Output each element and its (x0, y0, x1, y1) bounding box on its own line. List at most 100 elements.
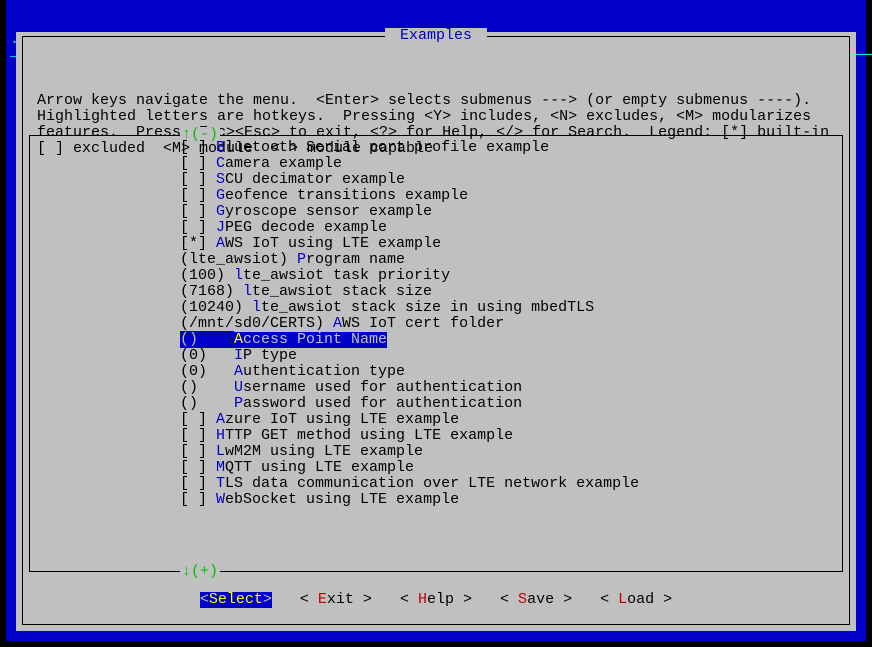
item-hotkey: I (234, 348, 243, 364)
menu-item[interactable]: (100) lte_awsiot task priority (30, 268, 842, 284)
item-hotkey: l (234, 268, 243, 284)
menu-item[interactable]: (0) IP type (30, 348, 842, 364)
item-prefix: [ ] (180, 412, 216, 428)
item-prefix: (100) (180, 268, 234, 284)
menu-item[interactable]: () Username used for authentication (30, 380, 842, 396)
menu-item[interactable]: [*] AWS IoT using LTE example (30, 236, 842, 252)
item-hotkey: A (333, 316, 342, 332)
item-prefix: (0) (180, 348, 234, 364)
menu-item[interactable]: [ ] WebSocket using LTE example (30, 492, 842, 508)
item-prefix: [*] (180, 236, 216, 252)
item-prefix: [ ] (180, 444, 216, 460)
menu-listbox[interactable]: ↑(-) ↓(+) [ ] Bluetooth Serial port prof… (29, 135, 843, 572)
menu-item[interactable]: [ ] Bluetooth Serial port profile exampl… (30, 140, 842, 156)
item-hotkey: l (243, 284, 252, 300)
item-label: WS IoT using LTE example (225, 236, 441, 252)
item-hotkey: l (252, 300, 261, 316)
item-hotkey: G (216, 204, 225, 220)
load-button[interactable]: < Load > (600, 592, 672, 608)
item-prefix: [ ] (180, 476, 216, 492)
item-prefix: [ ] (180, 492, 216, 508)
panel-title: Examples (385, 28, 487, 44)
menu-item[interactable]: (/mnt/sd0/CERTS) AWS IoT cert folder (30, 316, 842, 332)
item-hotkey: P (297, 252, 306, 268)
menu-items: [ ] Bluetooth Serial port profile exampl… (30, 140, 842, 567)
menu-item[interactable]: [ ] SCU decimator example (30, 172, 842, 188)
item-hotkey: H (216, 428, 225, 444)
panel-border: Examples Arrow keys navigate the menu. <… (22, 36, 850, 625)
item-hotkey: M (216, 460, 225, 476)
item-hotkey: W (216, 492, 225, 508)
item-hotkey: P (234, 396, 243, 412)
config-panel: Examples Arrow keys navigate the menu. <… (16, 32, 856, 631)
item-hotkey: J (216, 220, 225, 236)
menu-item[interactable]: () Access Point Name (30, 332, 842, 348)
menu-item[interactable]: [ ] Gyroscope sensor example (30, 204, 842, 220)
item-label: WS IoT cert folder (342, 316, 504, 332)
select-button[interactable]: <Select> (200, 592, 272, 608)
item-hotkey: C (216, 156, 225, 172)
menu-item[interactable]: (lte_awsiot) Program name (30, 252, 842, 268)
item-hotkey: S (216, 172, 225, 188)
item-prefix: [ ] (180, 204, 216, 220)
item-label: wM2M using LTE example (225, 444, 423, 460)
item-prefix: (7168) (180, 284, 243, 300)
item-label: luetooth Serial port profile example (225, 140, 549, 156)
item-label: PEG decode example (225, 220, 387, 236)
item-prefix: [ ] (180, 460, 216, 476)
item-label: TTP GET method using LTE example (225, 428, 513, 444)
menu-item[interactable]: [ ] Camera example (30, 156, 842, 172)
exit-button[interactable]: < Exit > (300, 592, 372, 608)
item-prefix: (/mnt/sd0/CERTS) (180, 316, 333, 332)
item-hotkey: G (216, 188, 225, 204)
item-prefix: (0) (180, 364, 234, 380)
save-button[interactable]: < Save > (500, 592, 572, 608)
menu-item[interactable]: [ ] HTTP GET method using LTE example (30, 428, 842, 444)
menu-item[interactable]: [ ] LwM2M using LTE example (30, 444, 842, 460)
menu-item[interactable]: [ ] MQTT using LTE example (30, 460, 842, 476)
item-label: CU decimator example (225, 172, 405, 188)
item-prefix: [ ] (180, 428, 216, 444)
menu-item[interactable]: [ ] Geofence transitions example (30, 188, 842, 204)
item-label: zure IoT using LTE example (225, 412, 459, 428)
item-label: uthentication type (243, 364, 405, 380)
item-hotkey: B (216, 140, 225, 156)
menu-item[interactable]: [ ] TLS data communication over LTE netw… (30, 476, 842, 492)
menu-item[interactable]: (0) Authentication type (30, 364, 842, 380)
item-hotkey: T (216, 476, 225, 492)
item-prefix: [ ] (180, 220, 216, 236)
menu-item[interactable]: () Password used for authentication (30, 396, 842, 412)
item-label: sername used for authentication (243, 380, 522, 396)
item-prefix: () (180, 396, 234, 412)
item-prefix: (lte_awsiot) (180, 252, 297, 268)
item-label: amera example (225, 156, 342, 172)
item-label: ebSocket using LTE example (225, 492, 459, 508)
item-prefix: [ ] (180, 140, 216, 156)
item-label: te_awsiot task priority (243, 268, 450, 284)
menu-item[interactable]: [ ] JPEG decode example (30, 220, 842, 236)
item-prefix: [ ] (180, 188, 216, 204)
item-prefix: [ ] (180, 172, 216, 188)
menu-item[interactable]: (7168) lte_awsiot stack size (30, 284, 842, 300)
menu-item[interactable]: (10240) lte_awsiot stack size in using m… (30, 300, 842, 316)
help-button[interactable]: < Help > (400, 592, 472, 608)
item-label: te_awsiot stack size in using mbedTLS (261, 300, 594, 316)
item-prefix: () (180, 380, 234, 396)
item-label: LS data communication over LTE network e… (225, 476, 639, 492)
item-label: rogram name (306, 252, 405, 268)
item-label: yroscope sensor example (225, 204, 432, 220)
item-label: eofence transitions example (225, 188, 468, 204)
item-hotkey: A (234, 364, 243, 380)
item-hotkey: A (216, 236, 225, 252)
menu-item[interactable]: [ ] Azure IoT using LTE example (30, 412, 842, 428)
item-hotkey: L (216, 444, 225, 460)
terminal-screen: .config - Nuttx/ Configuration → Applica… (6, 0, 866, 641)
button-bar: <Select> < Exit > < Help > < Save > < Load > (23, 592, 849, 608)
item-label: assword used for authentication (243, 396, 522, 412)
item-prefix: (10240) (180, 300, 252, 316)
item-hotkey: A (216, 412, 225, 428)
item-label: QTT using LTE example (225, 460, 414, 476)
item-label: te_awsiot stack size (252, 284, 432, 300)
item-prefix: [ ] (180, 156, 216, 172)
item-label: P type (243, 348, 297, 364)
